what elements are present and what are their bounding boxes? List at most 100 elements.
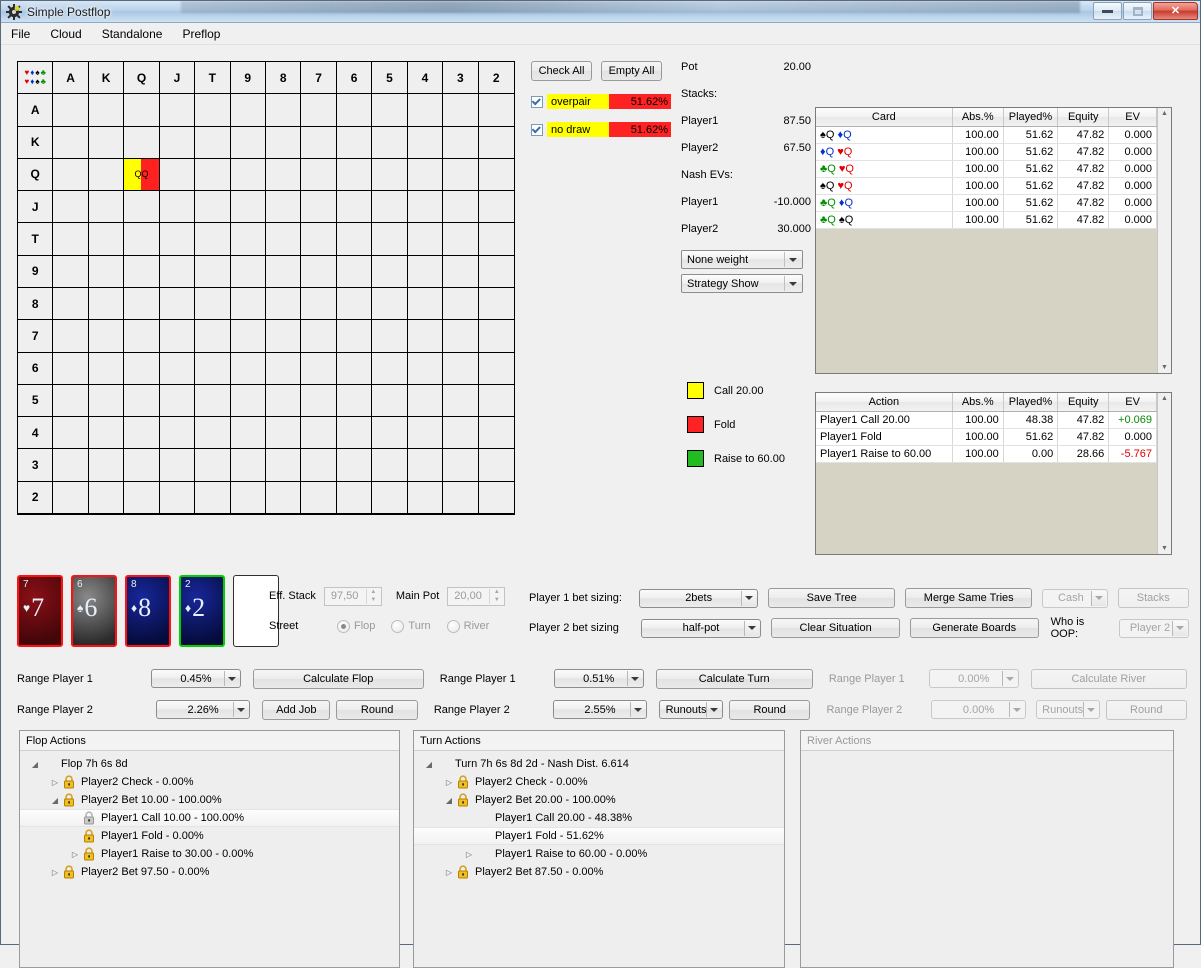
minimize-button[interactable]: [1093, 2, 1122, 20]
action-table-scrollbar[interactable]: ▲ ▼: [1157, 393, 1171, 554]
matrix-cell-74[interactable]: [407, 320, 444, 353]
river-round-button[interactable]: Round: [1105, 699, 1188, 720]
matrix-cell-JT[interactable]: [195, 191, 231, 224]
matrix-cell-J5[interactable]: [372, 191, 408, 224]
matrix-cell-Q6[interactable]: [336, 158, 373, 192]
matrix-cell-57[interactable]: [301, 384, 337, 418]
matrix-cell-2J[interactable]: [159, 481, 196, 514]
river-range-player1-select[interactable]: 0.00%: [928, 669, 1019, 688]
turn-runouts-select[interactable]: Runouts: [659, 700, 723, 719]
matrix-cell-67[interactable]: [301, 352, 337, 385]
matrix-cell-T3[interactable]: [443, 223, 479, 256]
matrix-cell-25[interactable]: [372, 481, 408, 514]
board-cards[interactable]: 7 ♥ 7 6 ♠ 6 8 ♦ 8 2 ♦ 2: [17, 575, 279, 647]
lock-icon[interactable]: [62, 793, 77, 807]
matrix-cell-2Q[interactable]: [124, 481, 160, 514]
matrix-cell-4A[interactable]: [53, 417, 89, 450]
matrix-cell-3K[interactable]: [88, 449, 125, 482]
matrix-cell-32[interactable]: [478, 449, 514, 482]
lock-icon[interactable]: [456, 793, 471, 807]
river-actions-tree[interactable]: [801, 751, 1173, 967]
matrix-cell-52[interactable]: [478, 384, 514, 418]
matrix-cell-73[interactable]: [443, 320, 479, 353]
table-row[interactable]: Player1 Call 20.00 100.00 48.38 47.82 +0.069: [816, 411, 1157, 429]
matrix-cell-A3[interactable]: [443, 94, 479, 127]
radio-street-flop[interactable]: Flop: [337, 619, 375, 633]
expander-closed-icon[interactable]: ▷: [68, 850, 82, 859]
empty-all-button[interactable]: Empty All: [601, 61, 662, 81]
matrix-cell-87[interactable]: [301, 287, 337, 321]
matrix-cell-Q7[interactable]: [301, 158, 337, 192]
matrix-cell-9K[interactable]: [88, 255, 125, 288]
matrix-cell-4K[interactable]: [88, 417, 125, 450]
matrix-cell-24[interactable]: [407, 481, 444, 514]
matrix-cell-93[interactable]: [443, 255, 479, 288]
matrix-cell-Q3[interactable]: [443, 158, 479, 192]
matrix-cell-J8[interactable]: [265, 191, 302, 224]
matrix-cell-A4[interactable]: [407, 94, 444, 127]
matrix-cell-28[interactable]: [265, 481, 302, 514]
generate-boards-button[interactable]: Generate Boards: [909, 618, 1039, 638]
turn-actions-panel[interactable]: Turn Actions ◢ Turn 7h 6s 8d 2d - Nash Di…: [413, 730, 785, 968]
matrix-cell-48[interactable]: [265, 417, 302, 450]
matrix-cell-76[interactable]: [336, 320, 373, 353]
matrix-cell-J2[interactable]: [478, 191, 514, 224]
stacks-button[interactable]: Stacks: [1117, 588, 1190, 608]
player2-bet-sizing-select[interactable]: half-pot: [640, 618, 762, 638]
matrix-cell-J7[interactable]: [301, 191, 337, 224]
matrix-cell-2A[interactable]: [53, 481, 89, 514]
matrix-cell-A5[interactable]: [372, 94, 408, 127]
matrix-cell-TT[interactable]: [195, 223, 231, 256]
matrix-cell-K3[interactable]: [443, 126, 479, 159]
flop-round-button[interactable]: Round: [336, 699, 418, 720]
matrix-cell-88[interactable]: [265, 287, 302, 321]
matrix-cell-T5[interactable]: [372, 223, 408, 256]
matrix-cell-QA[interactable]: [53, 158, 89, 192]
matrix-cell-58[interactable]: [265, 384, 302, 418]
table-row[interactable]: ♠Q ♥Q 100.00 51.62 47.82 0.000: [816, 177, 1157, 195]
matrix-cell-78[interactable]: [265, 320, 302, 353]
matrix-cell-6J[interactable]: [159, 352, 196, 385]
tree-node[interactable]: ◢ Turn 7h 6s 8d 2d - Nash Dist. 6.614: [414, 755, 784, 773]
matrix-cell-8K[interactable]: [88, 287, 125, 321]
matrix-cell-QQ[interactable]: QQ: [124, 158, 160, 192]
tree-node[interactable]: Player1 Call 10.00 - 100.00%: [20, 809, 399, 827]
add-job-button[interactable]: Add Job: [262, 699, 331, 720]
table-row[interactable]: ♦Q ♥Q 100.00 51.62 47.82 0.000: [816, 143, 1157, 161]
matrix-cell-TJ[interactable]: [159, 223, 196, 256]
matrix-cell-98[interactable]: [265, 255, 302, 288]
card-combos-table[interactable]: Card Abs.% Played% Equity EV ♠Q ♦Q 100.00…: [815, 107, 1172, 374]
expander-open-icon[interactable]: ◢: [422, 760, 436, 769]
check-all-button[interactable]: Check All: [531, 61, 592, 81]
matrix-cell-49[interactable]: [230, 417, 266, 450]
matrix-cell-39[interactable]: [230, 449, 266, 482]
matrix-cell-69[interactable]: [230, 352, 266, 385]
matrix-cell-K4[interactable]: [407, 126, 444, 159]
matrix-cell-83[interactable]: [443, 287, 479, 321]
checkbox-no-draw[interactable]: [531, 123, 543, 136]
matrix-cell-86[interactable]: [336, 287, 373, 321]
matrix-cell-75[interactable]: [372, 320, 408, 353]
calculate-turn-button[interactable]: Calculate Turn: [655, 668, 813, 689]
matrix-cell-8T[interactable]: [195, 287, 231, 321]
matrix-cell-Q2[interactable]: [478, 158, 514, 192]
matrix-cell-2T[interactable]: [195, 481, 231, 514]
matrix-cell-4T[interactable]: [195, 417, 231, 450]
matrix-cell-8Q[interactable]: [124, 287, 160, 321]
matrix-cell-KQ[interactable]: [124, 126, 160, 159]
expander-closed-icon[interactable]: ▷: [48, 778, 62, 787]
matrix-cell-K5[interactable]: [372, 126, 408, 159]
lock-icon[interactable]: [62, 865, 77, 879]
lock-icon[interactable]: [82, 847, 97, 861]
matrix-cell-KK[interactable]: [88, 126, 125, 159]
checkbox-overpair[interactable]: [531, 95, 543, 108]
matrix-cell-66[interactable]: [336, 352, 373, 385]
radio-street-river[interactable]: River: [446, 619, 489, 633]
matrix-cell-A2[interactable]: [478, 94, 514, 127]
matrix-cell-94[interactable]: [407, 255, 444, 288]
matrix-cell-6T[interactable]: [195, 352, 231, 385]
expander-open-icon[interactable]: ◢: [442, 796, 456, 805]
turn-range-player1-select[interactable]: 0.51%: [553, 669, 644, 688]
matrix-cell-KA[interactable]: [53, 126, 89, 159]
matrix-cell-JQ[interactable]: [124, 191, 160, 224]
